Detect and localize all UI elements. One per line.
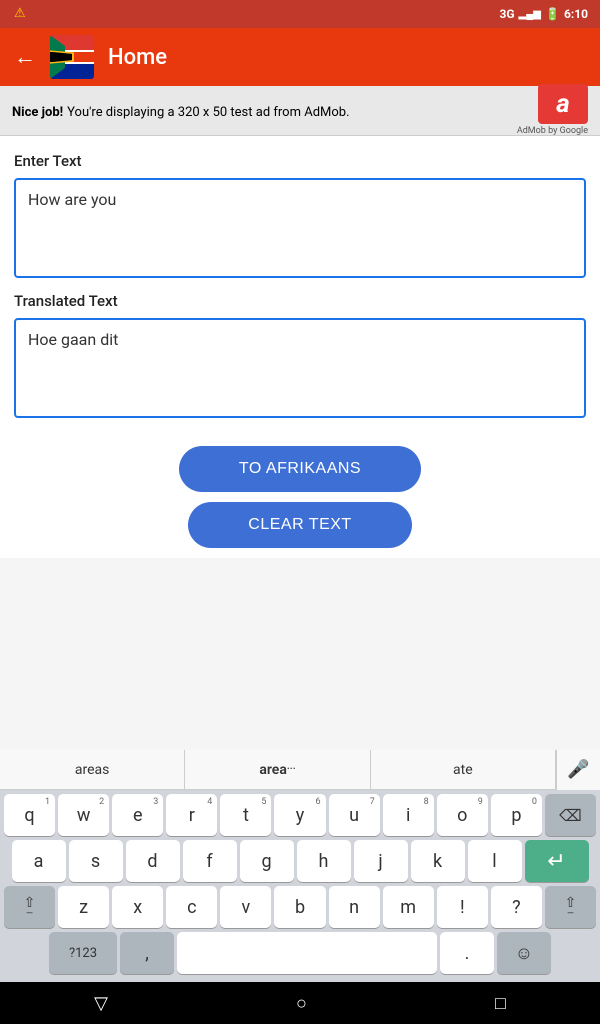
nav-home-button[interactable]: ○ [296,993,307,1014]
key-i[interactable]: 8i [383,794,434,836]
key-b[interactable]: b [274,886,325,928]
enter-text-input[interactable]: How are you [14,178,586,278]
key-t[interactable]: 5t [220,794,271,836]
translate-button[interactable]: TO AFRIKAANS [179,446,421,492]
key-v[interactable]: v [220,886,271,928]
status-bar: ⚠ 3G ▂▄▆ 🔋 6:10 [0,0,600,28]
key-f[interactable]: f [183,840,237,882]
key-comma[interactable]: , [120,932,174,974]
warning-icon: ⚠ [14,6,26,21]
buttons-area: TO AFRIKAANS CLEAR TEXT [0,442,600,558]
admob-by-text: AdMob by Google [517,126,588,137]
kb-row-2: a s d f g h j k l ↵ [4,840,596,882]
keyboard-suggestions: areas area ··· ate 🎤 [0,750,600,790]
key-k[interactable]: k [411,840,465,882]
key-l[interactable]: l [468,840,522,882]
mic-button[interactable]: 🎤 [556,750,600,790]
battery-icon: 🔋 [545,7,560,21]
key-emoji[interactable]: ☺ [497,932,551,974]
suggestion-ate[interactable]: ate [371,750,556,789]
admob-container: a AdMob by Google [517,84,588,137]
key-shift-left[interactable]: ⇧— [4,886,55,928]
keyboard: areas area ··· ate 🎤 1q 2w 3e 4r 5t 6y 7… [0,750,600,982]
app-title: Home [108,45,167,70]
flag-icon [50,35,94,79]
suggestion-areas[interactable]: areas [0,750,185,789]
clear-text-button[interactable]: CLEAR TEXT [188,502,411,548]
key-p[interactable]: 0p [491,794,542,836]
key-e[interactable]: 3e [112,794,163,836]
ad-text-bold: Nice job! [12,105,63,120]
key-exclaim[interactable]: ! [437,886,488,928]
signal-icon: ▂▄▆ [519,9,541,20]
app-bar: ← Home [0,28,600,86]
key-x[interactable]: x [112,886,163,928]
key-s[interactable]: s [69,840,123,882]
key-h[interactable]: h [297,840,351,882]
key-y[interactable]: 6y [274,794,325,836]
key-q[interactable]: 1q [4,794,55,836]
enter-text-value: How are you [28,190,116,209]
nav-back-button[interactable]: ▽ [94,993,108,1014]
translated-text-output: Hoe gaan dit [14,318,586,418]
key-z[interactable]: z [58,886,109,928]
key-w[interactable]: 2w [58,794,109,836]
key-u[interactable]: 7u [329,794,380,836]
ad-text-normal: You're displaying a 320 x 50 test ad fro… [67,105,349,120]
key-num-toggle[interactable]: ?123 [49,932,117,974]
key-question[interactable]: ? [491,886,542,928]
mic-icon: 🎤 [567,759,589,780]
key-enter[interactable]: ↵ [525,840,589,882]
key-r[interactable]: 4r [166,794,217,836]
kb-row-3: ⇧— z x c v b n m ! ? ⇧— [4,886,596,928]
back-button[interactable]: ← [14,44,36,70]
key-delete[interactable]: ⌫ [545,794,596,836]
ad-banner: Nice job! You're displaying a 320 x 50 t… [0,86,600,136]
translated-text-label: Translated Text [14,292,586,310]
time-display: 6:10 [564,7,588,21]
key-m[interactable]: m [383,886,434,928]
key-c[interactable]: c [166,886,217,928]
key-g[interactable]: g [240,840,294,882]
key-shift-right[interactable]: ⇧— [545,886,596,928]
main-content: Enter Text How are you Translated Text H… [0,136,600,442]
enter-text-label: Enter Text [14,152,586,170]
nav-recent-button[interactable]: □ [495,993,506,1014]
keyboard-rows: 1q 2w 3e 4r 5t 6y 7u 8i 9o 0p ⌫ a s d f … [0,790,600,982]
key-o[interactable]: 9o [437,794,488,836]
admob-logo: a [538,84,588,124]
suggestion-area[interactable]: area ··· [185,750,370,789]
kb-row-4: ?123 , . ☺ [4,932,596,974]
kb-row-1: 1q 2w 3e 4r 5t 6y 7u 8i 9o 0p ⌫ [4,794,596,836]
key-d[interactable]: d [126,840,180,882]
translated-text-value: Hoe gaan dit [28,330,118,349]
nav-bar: ▽ ○ □ [0,982,600,1024]
key-n[interactable]: n [329,886,380,928]
status-icons: 3G ▂▄▆ 🔋 6:10 [499,7,588,21]
ad-text: Nice job! You're displaying a 320 x 50 t… [12,101,507,120]
key-a[interactable]: a [12,840,66,882]
key-period[interactable]: . [440,932,494,974]
key-space[interactable] [177,932,437,974]
signal-text: 3G [499,7,514,21]
key-j[interactable]: j [354,840,408,882]
